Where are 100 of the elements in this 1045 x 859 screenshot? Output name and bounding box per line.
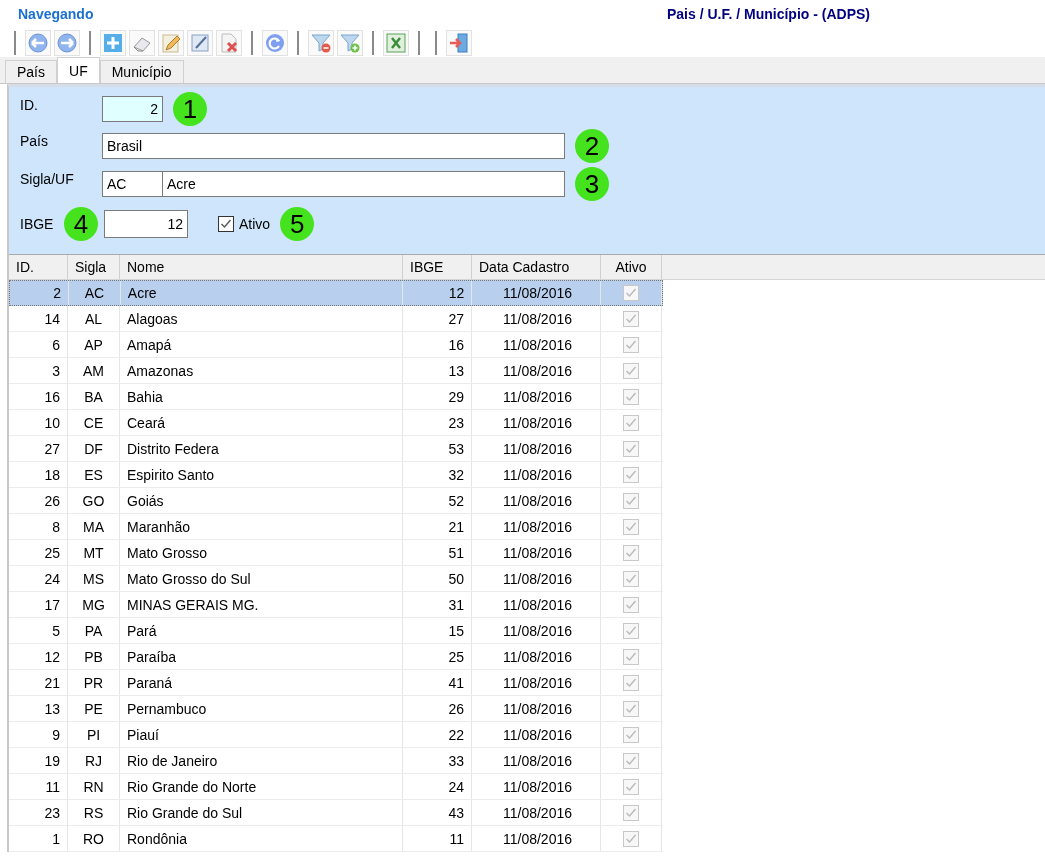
state-name-field[interactable]: Acre xyxy=(163,171,565,197)
table-cell: 11/08/2016 xyxy=(472,514,601,539)
delete-button[interactable] xyxy=(216,29,242,56)
table-row[interactable]: 14 AL Alagoas 27 11/08/2016 xyxy=(9,306,663,332)
column-header[interactable]: Ativo xyxy=(601,255,662,279)
table-cell: AM xyxy=(68,358,120,383)
spreadsheet-button[interactable] xyxy=(383,29,409,56)
table-row[interactable]: 3 AM Amazonas 13 11/08/2016 xyxy=(9,358,663,384)
column-header[interactable]: ID. xyxy=(9,255,68,279)
table-cell: 11/08/2016 xyxy=(472,592,601,617)
table-cell: Paraná xyxy=(120,670,403,695)
table-cell: 11/08/2016 xyxy=(472,540,601,565)
table-cell: Distrito Federa xyxy=(120,436,403,461)
table-cell: MINAS GERAIS MG. xyxy=(120,592,403,617)
table-row[interactable]: 10 CE Ceará 23 11/08/2016 xyxy=(9,410,663,436)
table-cell: 11/08/2016 xyxy=(472,332,601,357)
edit-form-button[interactable] xyxy=(187,29,213,56)
tab[interactable]: País xyxy=(5,60,57,83)
table-row[interactable]: 16 BA Bahia 29 11/08/2016 xyxy=(9,384,663,410)
left-arrow-button[interactable] xyxy=(25,29,51,56)
callout-badge: 2 xyxy=(575,129,609,163)
table-cell: Espirito Santo xyxy=(120,462,403,487)
table-cell: CE xyxy=(68,410,120,435)
id-field[interactable]: 2 xyxy=(102,96,163,122)
table-cell: 10 xyxy=(9,410,68,435)
table-cell: 43 xyxy=(403,800,472,825)
table-row[interactable]: 5 PA Pará 15 11/08/2016 xyxy=(9,618,663,644)
ibge-field[interactable]: 12 xyxy=(104,210,188,238)
callout-badge: 1 xyxy=(173,92,207,126)
table-cell: 25 xyxy=(9,540,68,565)
table-row[interactable]: 24 MS Mato Grosso do Sul 50 11/08/2016 xyxy=(9,566,663,592)
table-cell: RN xyxy=(68,774,120,799)
table-row[interactable]: 6 AP Amapá 16 11/08/2016 xyxy=(9,332,663,358)
tab[interactable]: UF xyxy=(57,57,100,83)
table-row[interactable]: 23 RS Rio Grande do Sul 43 11/08/2016 xyxy=(9,800,663,826)
table-cell: 6 xyxy=(9,332,68,357)
table-cell: 12 xyxy=(9,644,68,669)
table-row[interactable]: 2 AC Acre 12 11/08/2016 xyxy=(9,280,663,306)
checkbox[interactable] xyxy=(218,216,234,232)
table-cell: 1 xyxy=(9,826,68,851)
column-header[interactable]: IBGE xyxy=(403,255,472,279)
table-cell: 19 xyxy=(9,748,68,773)
table-cell: Ceará xyxy=(120,410,403,435)
table-cell: 11/08/2016 xyxy=(472,670,601,695)
refresh-button[interactable] xyxy=(262,29,288,56)
table-row[interactable]: 19 RJ Rio de Janeiro 33 11/08/2016 xyxy=(9,748,663,774)
table-cell: 31 xyxy=(403,592,472,617)
table-row[interactable]: 8 MA Maranhão 21 11/08/2016 xyxy=(9,514,663,540)
table-row[interactable]: 12 PB Paraíba 25 11/08/2016 xyxy=(9,644,663,670)
plus-button[interactable] xyxy=(100,29,126,56)
table-cell: Piauí xyxy=(120,722,403,747)
filter-minus-button[interactable] xyxy=(308,29,334,56)
table-cell: 16 xyxy=(9,384,68,409)
tab[interactable]: Município xyxy=(99,60,184,83)
checkbox-label: Ativo xyxy=(239,216,271,232)
table-row[interactable]: 25 MT Mato Grosso 51 11/08/2016 xyxy=(9,540,663,566)
table-cell: 53 xyxy=(403,436,472,461)
table-row[interactable]: 11 RN Rio Grande do Norte 24 11/08/2016 xyxy=(9,774,663,800)
table-row[interactable]: 17 MG MINAS GERAIS MG. 31 11/08/2016 xyxy=(9,592,663,618)
table-cell: Bahia xyxy=(120,384,403,409)
table-cell: 23 xyxy=(403,410,472,435)
table-cell: 21 xyxy=(9,670,68,695)
right-arrow-button[interactable] xyxy=(54,29,80,56)
table-cell: 25 xyxy=(403,644,472,669)
table-cell: 11/08/2016 xyxy=(472,644,601,669)
table-cell: 13 xyxy=(9,696,68,721)
exit-door-button[interactable] xyxy=(446,29,472,56)
column-header[interactable]: Nome xyxy=(120,255,403,279)
table-cell: PE xyxy=(68,696,120,721)
table-cell: PR xyxy=(68,670,120,695)
mode-label: Navegando xyxy=(18,6,95,22)
table-row[interactable]: 9 PI Piauí 22 11/08/2016 xyxy=(9,722,663,748)
table-row[interactable]: 1 RO Rondônia 11 11/08/2016 xyxy=(9,826,663,852)
table-row[interactable]: 18 ES Espirito Santo 32 11/08/2016 xyxy=(9,462,663,488)
table-row[interactable]: 21 PR Paraná 41 11/08/2016 xyxy=(9,670,663,696)
table-cell: Mato Grosso xyxy=(120,540,403,565)
table-cell: 16 xyxy=(403,332,472,357)
table-cell: 50 xyxy=(403,566,472,591)
table-row[interactable]: 13 PE Pernambuco 26 11/08/2016 xyxy=(9,696,663,722)
table-cell: 11/08/2016 xyxy=(472,696,601,721)
filter-plus-button[interactable] xyxy=(337,29,363,56)
field-label: IBGE xyxy=(20,216,54,232)
table-row[interactable]: 26 GO Goiás 52 11/08/2016 xyxy=(9,488,663,514)
table-cell: 11/08/2016 xyxy=(472,358,601,383)
eraser-button[interactable] xyxy=(129,29,155,56)
table-cell: Amazonas xyxy=(120,358,403,383)
state-code-field[interactable]: AC xyxy=(102,171,163,197)
column-header[interactable]: Data Cadastro xyxy=(472,255,601,279)
table-cell: 11/08/2016 xyxy=(472,410,601,435)
window-title: Pais / U.F. / Município - (ADPS) xyxy=(667,6,870,22)
pencil-button[interactable] xyxy=(158,29,184,56)
table-cell: RJ xyxy=(68,748,120,773)
table-cell: Maranhão xyxy=(120,514,403,539)
table-cell: DF xyxy=(68,436,120,461)
table-cell: RO xyxy=(68,826,120,851)
column-header[interactable]: Sigla xyxy=(68,255,120,279)
table-cell: 32 xyxy=(403,462,472,487)
table-cell: ES xyxy=(68,462,120,487)
country-field[interactable]: Brasil xyxy=(102,133,565,159)
table-row[interactable]: 27 DF Distrito Federa 53 11/08/2016 xyxy=(9,436,663,462)
